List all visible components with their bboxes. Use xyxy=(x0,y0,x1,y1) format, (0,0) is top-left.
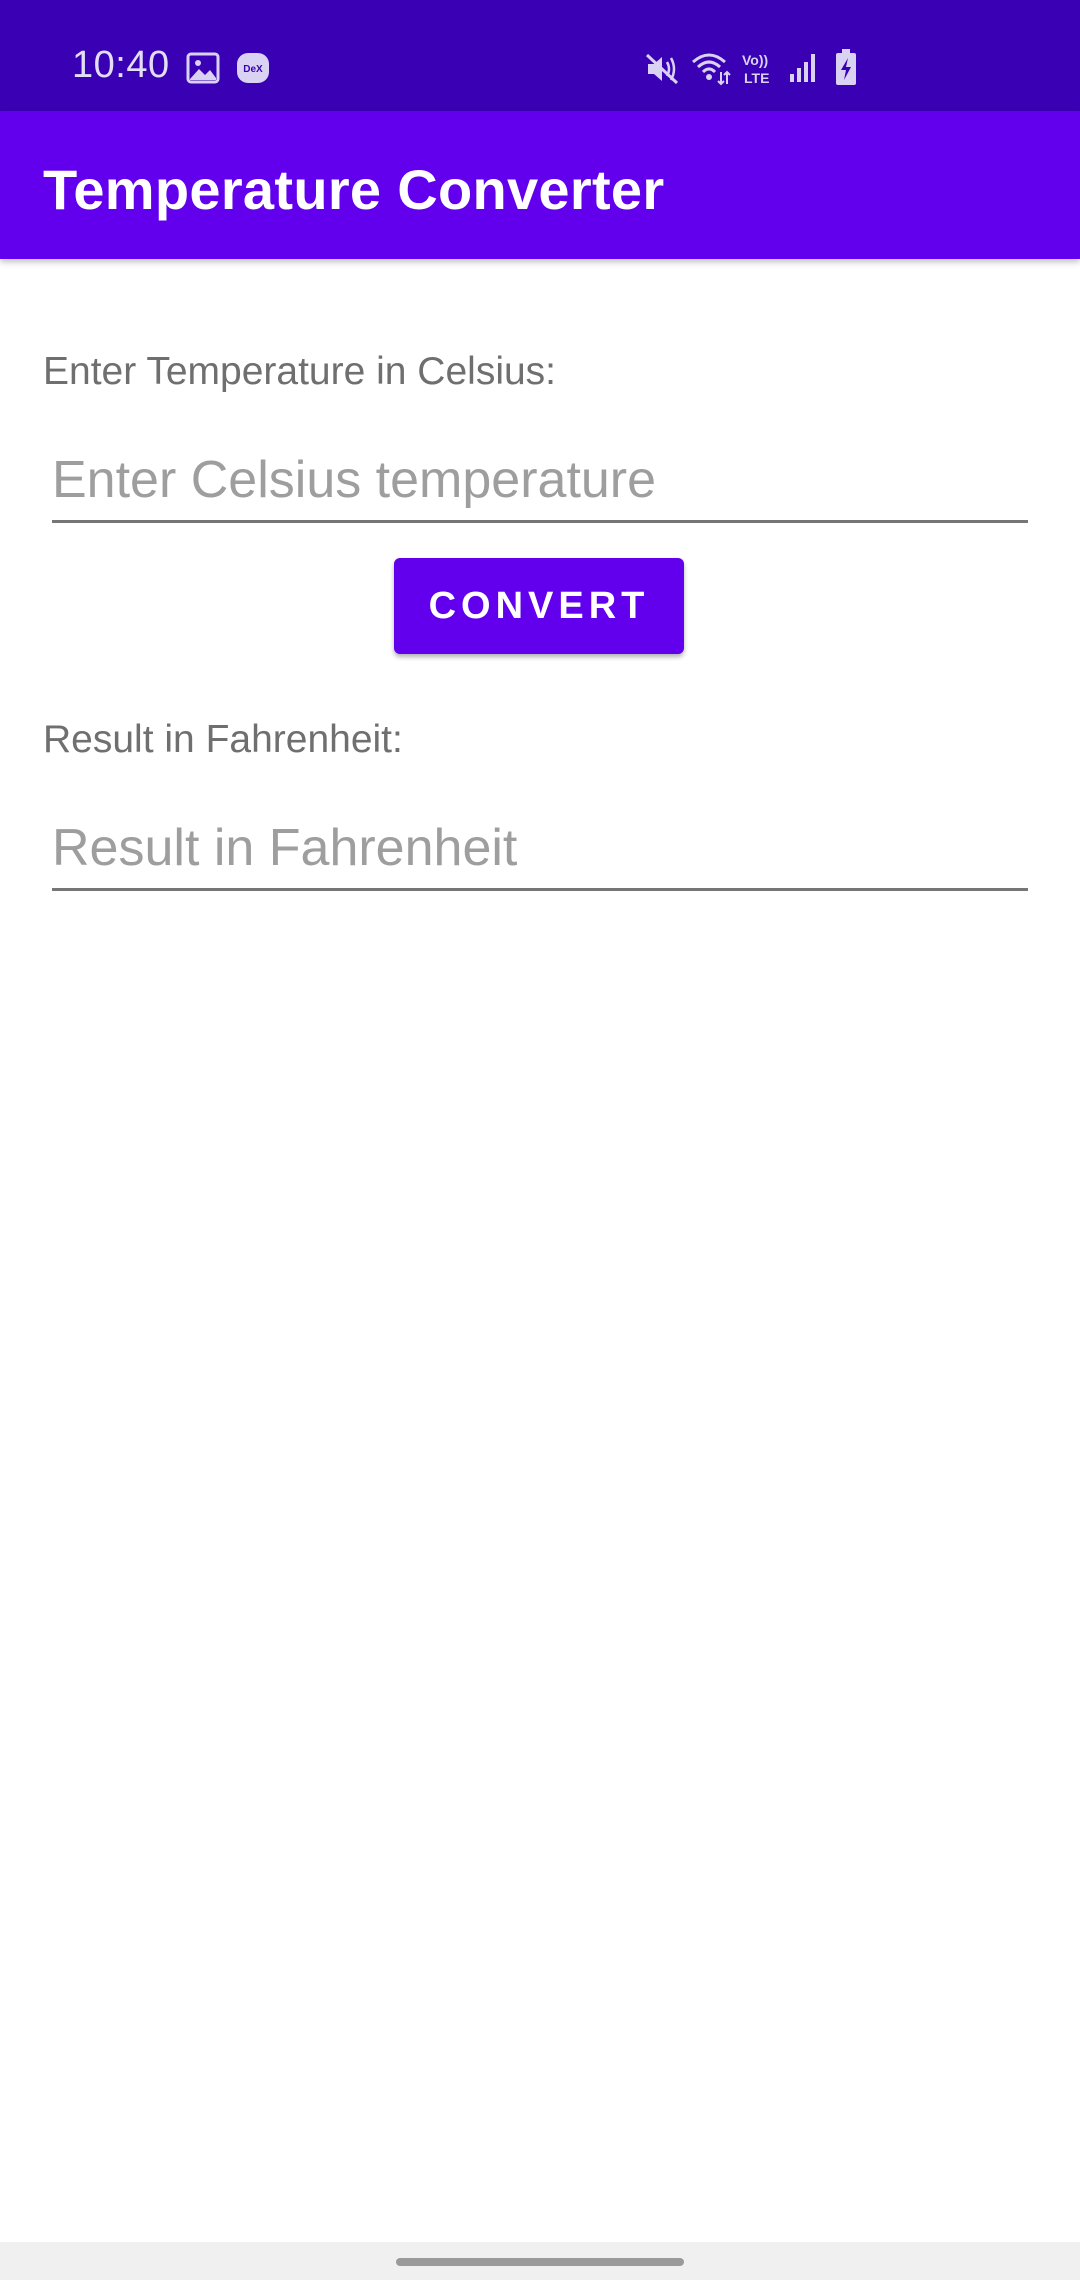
celsius-input[interactable] xyxy=(52,440,1028,523)
volte-label-top: Vo)) xyxy=(742,52,768,68)
signal-icon xyxy=(790,54,815,82)
app-screen: 10:40 DeX Vo)) LTE Temperature Converter… xyxy=(0,0,1080,2280)
dex-icon: DeX xyxy=(237,53,269,83)
status-time: 10:40 xyxy=(72,44,170,86)
result-input[interactable] xyxy=(52,808,1028,891)
convert-button[interactable]: CONVERT xyxy=(394,558,684,654)
dex-label: DeX xyxy=(243,64,263,75)
navigation-bar xyxy=(0,2242,1080,2280)
result-label: Result in Fahrenheit: xyxy=(43,718,403,761)
volte-icon: Vo)) LTE xyxy=(742,52,769,86)
volte-label-bottom: LTE xyxy=(744,70,769,86)
celsius-label: Enter Temperature in Celsius: xyxy=(43,350,557,393)
mute-icon xyxy=(645,53,679,85)
wifi-icon xyxy=(692,53,731,86)
gallery-icon xyxy=(186,52,220,84)
app-bar: Temperature Converter xyxy=(0,111,1080,259)
app-title: Temperature Converter xyxy=(43,158,665,221)
battery-charging-icon xyxy=(836,49,856,85)
status-bar: 10:40 DeX Vo)) LTE xyxy=(0,0,1080,111)
home-gesture-handle[interactable] xyxy=(396,2258,684,2266)
